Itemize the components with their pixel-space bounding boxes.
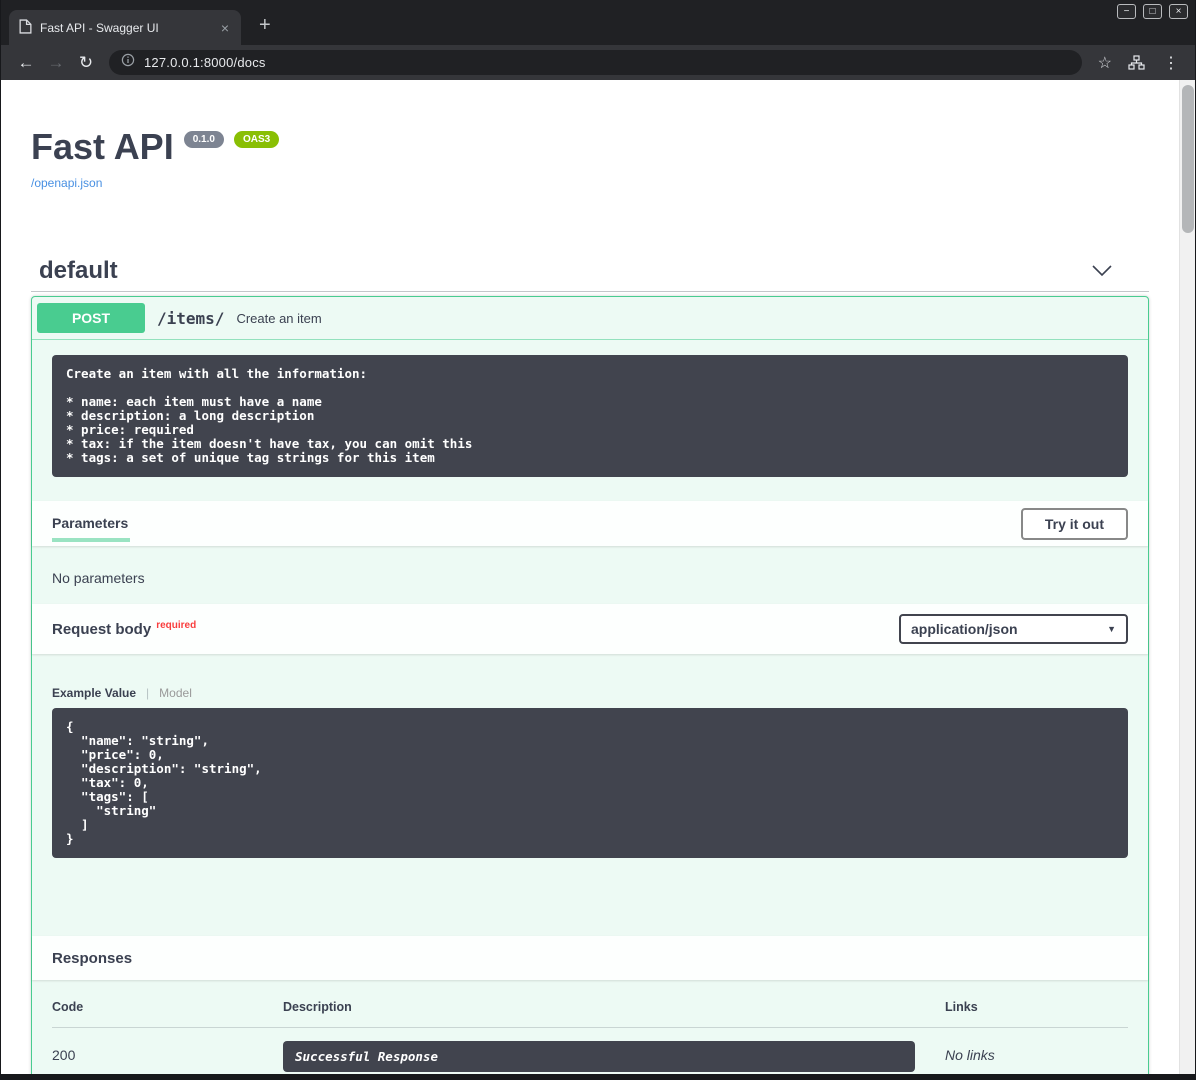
browser-tab[interactable]: Fast API - Swagger UI ×	[9, 10, 241, 45]
response-links: No links	[945, 1041, 1128, 1072]
operation-path: /items/	[157, 309, 224, 328]
url-bar[interactable]: 127.0.0.1:8000/docs	[109, 50, 1082, 75]
col-description: Description	[283, 1000, 945, 1014]
page-title: Fast API 0.1.0 OAS3	[31, 126, 1149, 168]
version-badge: 0.1.0	[184, 131, 224, 148]
model-tab[interactable]: Model	[159, 686, 192, 700]
close-icon[interactable]: ×	[1169, 4, 1188, 19]
request-body-label: Request body	[52, 621, 151, 638]
swagger-page: Fast API0.1.0OAS3 /openapi.json default …	[1, 80, 1195, 1074]
parameters-tab[interactable]: Parameters	[52, 505, 130, 542]
method-badge: POST	[37, 303, 145, 333]
tab-title: Fast API - Swagger UI	[40, 21, 211, 35]
no-parameters-text: No parameters	[32, 546, 1148, 604]
oas3-badge: OAS3	[234, 131, 279, 148]
url-text[interactable]: 127.0.0.1:8000/docs	[144, 55, 266, 70]
page-favicon-icon	[19, 19, 32, 37]
back-icon[interactable]: ←	[11, 53, 41, 73]
api-info: Fast API 0.1.0 OAS3 /openapi.json	[31, 80, 1149, 192]
parameters-header: Parameters Try it out	[32, 501, 1148, 546]
content-type-select[interactable]: application/json ▼	[899, 614, 1128, 644]
example-json-block: { "name": "string", "price": 0, "descrip…	[52, 708, 1128, 858]
new-tab-button[interactable]: +	[259, 14, 271, 37]
forward-icon: →	[41, 53, 71, 73]
try-it-out-button[interactable]: Try it out	[1021, 508, 1128, 540]
section-title: default	[39, 257, 118, 285]
api-title-text: Fast API	[31, 126, 174, 167]
required-label: required	[156, 620, 196, 631]
page-scrollbar[interactable]	[1179, 80, 1195, 1074]
scrollbar-thumb[interactable]	[1182, 85, 1194, 233]
site-hierarchy-icon[interactable]	[1128, 55, 1145, 71]
window-controls: − □ ×	[1117, 4, 1188, 19]
responses-table-head: Code Description Links	[52, 1000, 1128, 1028]
titlebar: Fast API - Swagger UI × + − □ ×	[1, 0, 1195, 45]
maximize-icon[interactable]: □	[1143, 4, 1162, 19]
operation-description: Create an item with all the information:…	[52, 355, 1128, 477]
request-body-title: Request body required	[52, 620, 196, 638]
example-value-tab[interactable]: Example Value	[52, 686, 136, 700]
table-row: 200 Successful Response No links	[52, 1028, 1128, 1072]
request-body-header: Request body required application/json ▼	[32, 604, 1148, 654]
minimize-icon[interactable]: −	[1117, 4, 1136, 19]
tab-separator: |	[146, 686, 149, 700]
site-info-icon[interactable]	[121, 53, 135, 72]
col-links: Links	[945, 1000, 1128, 1014]
browser-menu-icon[interactable]: ⋮	[1163, 53, 1179, 73]
reload-icon[interactable]: ↻	[71, 53, 101, 73]
navbar: ← → ↻ 127.0.0.1:8000/docs ☆ ⋮	[1, 45, 1195, 80]
responses-title: Responses	[52, 950, 132, 967]
bookmark-star-icon[interactable]: ☆	[1098, 53, 1112, 73]
content-type-value: application/json	[911, 621, 1018, 637]
opblock-post-items: POST /items/ Create an item Create an it…	[31, 296, 1149, 1074]
col-code: Code	[52, 1000, 283, 1014]
tab-close-icon[interactable]: ×	[219, 20, 231, 36]
openapi-spec-link[interactable]: /openapi.json	[31, 176, 102, 190]
responses-header: Responses	[32, 936, 1148, 980]
section-default[interactable]: default	[31, 250, 1149, 292]
operation-summary: Create an item	[236, 311, 321, 326]
response-code: 200	[52, 1041, 283, 1072]
select-arrow-icon: ▼	[1107, 624, 1116, 634]
response-description: Successful Response	[283, 1041, 915, 1072]
responses-table: Code Description Links 200 Successful Re…	[32, 980, 1148, 1074]
opblock-summary[interactable]: POST /items/ Create an item	[32, 297, 1148, 340]
model-example-tabs: Example Value | Model	[52, 686, 1128, 700]
chevron-down-icon[interactable]	[1091, 260, 1141, 282]
browser-window: Fast API - Swagger UI × + − □ × ← → ↻ 12…	[1, 0, 1195, 1074]
